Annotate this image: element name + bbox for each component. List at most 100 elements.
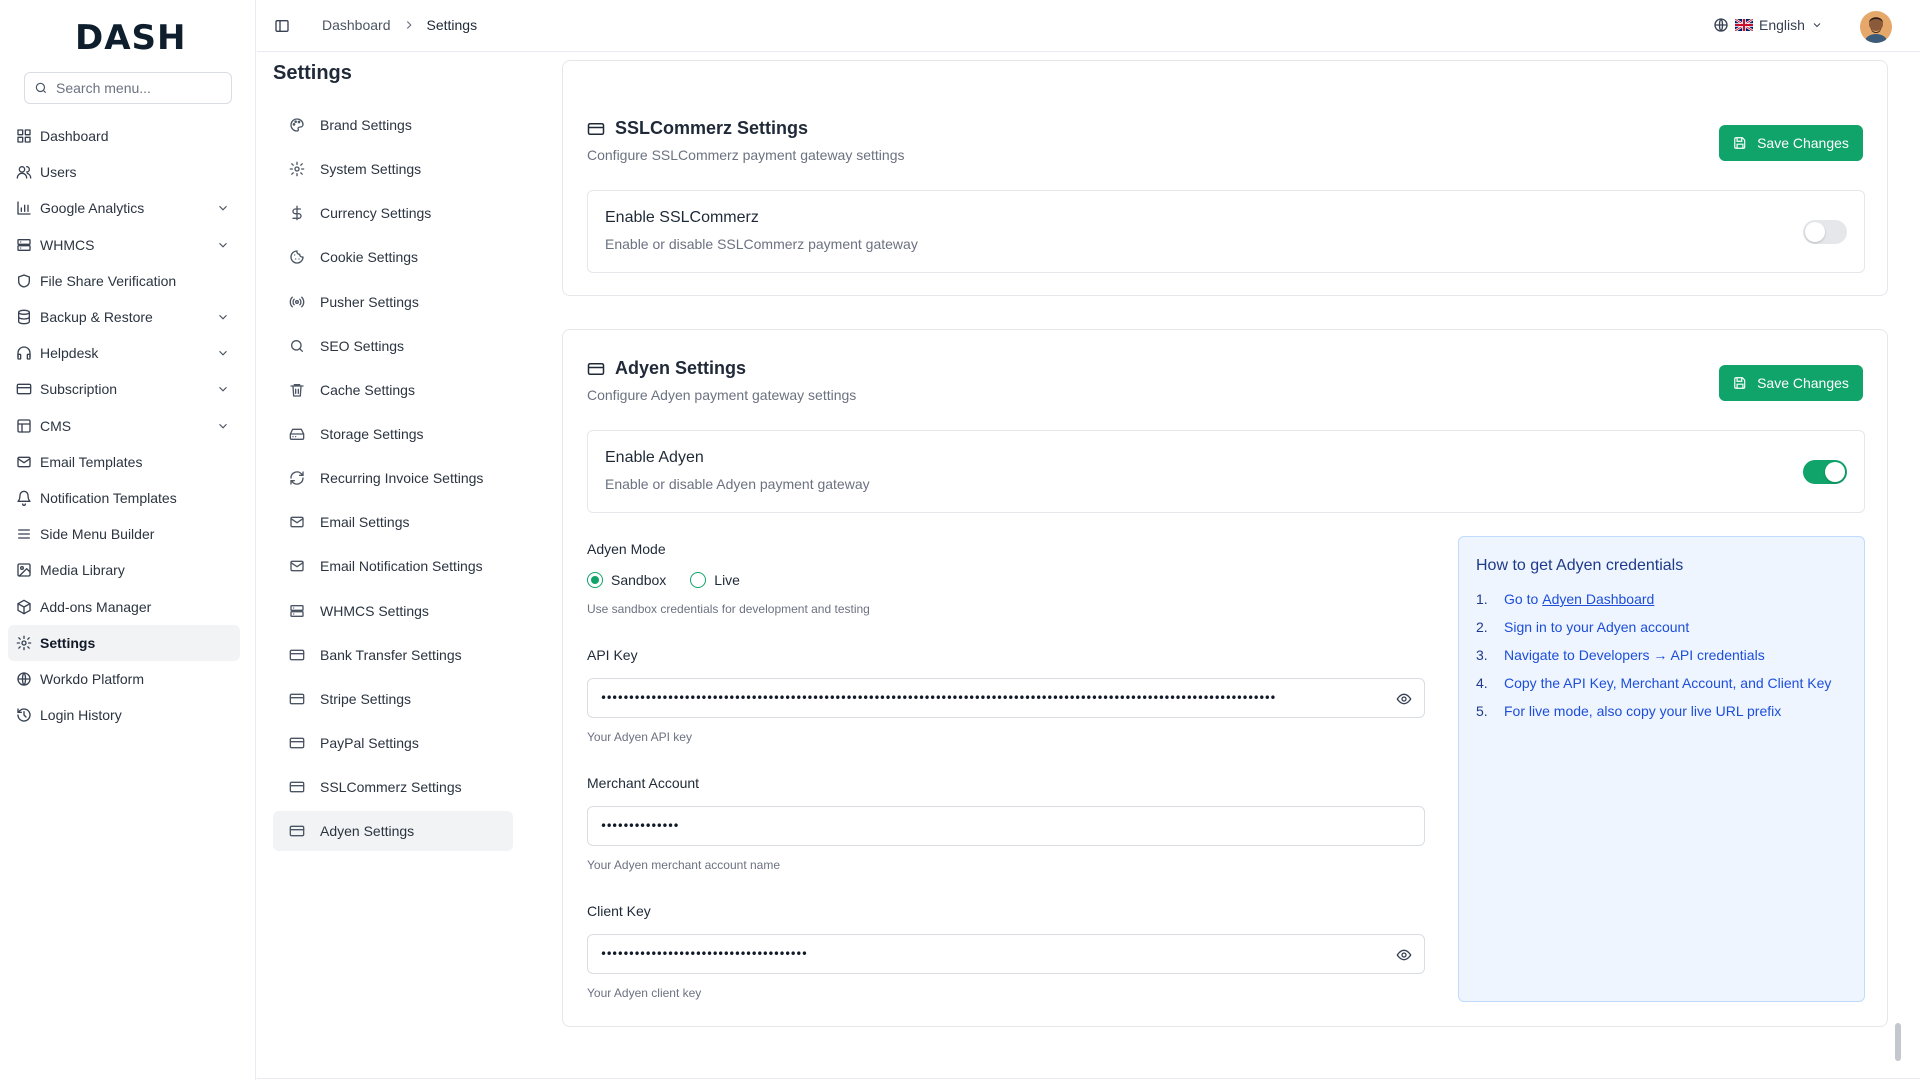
settings-nav-cookie-settings[interactable]: Cookie Settings [273, 237, 513, 277]
image-icon [17, 563, 31, 578]
sslcommerz-description: Configure SSLCommerz payment gateway set… [587, 147, 905, 163]
breadcrumb-dashboard[interactable]: Dashboard [322, 17, 391, 33]
chevron-down-icon [219, 423, 227, 429]
sidebar-item-email-templates[interactable]: Email Templates [8, 444, 240, 480]
eye-icon[interactable] [1396, 691, 1412, 707]
sslcommerz-save-button[interactable]: Save Changes [1719, 125, 1863, 161]
sidebar-item-cms[interactable]: CMS [8, 408, 240, 444]
radio-sandbox-label[interactable]: Sandbox [611, 572, 666, 588]
save-label: Save Changes [1757, 135, 1849, 151]
settings-nav-bank-transfer-settings[interactable]: Bank Transfer Settings [273, 635, 513, 675]
sidebar-item-helpdesk[interactable]: Helpdesk [8, 335, 240, 371]
shield-icon [18, 274, 30, 288]
adyen-save-button[interactable]: Save Changes [1719, 365, 1863, 401]
client-key-input[interactable] [600, 947, 1390, 961]
avatar[interactable] [1860, 11, 1892, 43]
credit-card-icon [289, 693, 305, 705]
help-step-text: For live mode, also copy your live URL p… [1504, 703, 1782, 719]
settings-nav-pusher-settings[interactable]: Pusher Settings [273, 282, 513, 322]
api-key-input[interactable] [600, 691, 1390, 705]
sslcommerz-card: SSLCommerz Settings Configure SSLCommerz… [562, 60, 1888, 296]
search-input[interactable] [56, 80, 216, 96]
settings-nav-currency-settings[interactable]: Currency Settings [273, 193, 513, 233]
menu-icon [18, 529, 30, 539]
logo[interactable]: DASH [75, 20, 185, 56]
credit-card-icon [587, 122, 605, 135]
sidebar-item-add-ons-manager[interactable]: Add-ons Manager [8, 588, 240, 624]
radio-live-label[interactable]: Live [714, 572, 740, 588]
cookie-icon [290, 250, 304, 265]
package-icon [17, 599, 31, 614]
switch-knob [1825, 462, 1845, 482]
settings-nav-paypal-settings[interactable]: PayPal Settings [273, 723, 513, 763]
adyen-enable-switch[interactable] [1803, 460, 1847, 484]
sidebar-item-google-analytics[interactable]: Google Analytics [8, 190, 240, 226]
sidebar-item-dashboard[interactable]: Dashboard [8, 118, 240, 154]
settings-nav-stripe-settings[interactable]: Stripe Settings [273, 679, 513, 719]
sidebar-item-file-share-verification[interactable]: File Share Verification [8, 263, 240, 299]
api-key-field[interactable] [587, 678, 1425, 718]
help-step: 3. Navigate to Developers → API credentia… [1476, 647, 1831, 675]
search-icon [35, 82, 47, 94]
settings-nav-whmcs-settings[interactable]: WHMCS Settings [273, 591, 513, 631]
sidebar-item-side-menu-builder[interactable]: Side Menu Builder [8, 516, 240, 552]
settings-nav-cache-settings[interactable]: Cache Settings [273, 370, 513, 410]
chevron-down-icon [219, 387, 227, 392]
sslcommerz-enable-switch[interactable] [1803, 220, 1847, 244]
sidebar-item-label: Side Menu Builder [40, 526, 155, 543]
bell-icon [17, 490, 31, 506]
chevron-right-icon [406, 21, 412, 29]
settings-nav-brand-settings[interactable]: Brand Settings [273, 105, 513, 145]
language-label: English [1759, 17, 1805, 33]
sidebar-toggle-icon[interactable] [274, 18, 290, 34]
sidebar-item-notification-templates[interactable]: Notification Templates [8, 480, 240, 516]
client-key-field[interactable] [587, 934, 1425, 974]
sidebar-item-label: Notification Templates [40, 489, 177, 506]
chevron-down-icon [1813, 23, 1821, 28]
merchant-account-field[interactable] [587, 806, 1425, 846]
sslcommerz-title: SSLCommerz Settings [615, 118, 809, 138]
scrollbar-thumb[interactable] [1895, 1023, 1901, 1061]
sidebar-item-workdo-platform[interactable]: Workdo Platform [8, 661, 240, 697]
sidebar-item-label: Google Analytics [40, 200, 145, 217]
settings-nav-email-settings[interactable]: Email Settings [273, 502, 513, 542]
eye-icon[interactable] [1396, 947, 1412, 963]
radio-signal-icon [289, 296, 305, 307]
adyen-title-row: Adyen Settings [587, 358, 746, 379]
sidebar-item-label: Backup & Restore [40, 309, 153, 326]
sidebar-item-login-history[interactable]: Login History [8, 697, 240, 733]
merchant-account-input[interactable] [600, 819, 1424, 833]
help-steps: 1. Go to Adyen Dashboard 2. Sign in to your … [1476, 591, 1831, 731]
settings-nav-email-notification-settings[interactable]: Email Notification Settings [273, 546, 513, 586]
settings-nav-system-settings[interactable]: System Settings [273, 149, 513, 189]
sidebar-item-label: Settings [40, 634, 96, 651]
settings-nav-recurring-invoice-settings[interactable]: Recurring Invoice Settings [273, 458, 513, 498]
save-icon [1734, 377, 1746, 389]
settings-nav-adyen-settings[interactable]: Adyen Settings [273, 811, 513, 852]
sidebar-item-label: CMS [40, 417, 72, 434]
settings-nav-label: SSLCommerz Settings [320, 779, 462, 796]
language-selector[interactable]: English [1713, 17, 1823, 33]
sidebar-item-label: Add-ons Manager [40, 598, 152, 615]
settings-nav-seo-settings[interactable]: SEO Settings [273, 326, 513, 366]
credit-card-icon [16, 384, 32, 395]
globe-icon [17, 672, 31, 686]
settings-nav-storage-settings[interactable]: Storage Settings [273, 414, 513, 454]
sidebar-item-whmcs[interactable]: WHMCS [8, 227, 240, 263]
credit-card-icon [289, 649, 305, 661]
search-box[interactable] [24, 72, 232, 104]
sidebar-item-media-library[interactable]: Media Library [8, 552, 240, 588]
sidebar-item-users[interactable]: Users [8, 154, 240, 190]
breadcrumb-settings: Settings [426, 17, 478, 33]
sidebar-item-subscription[interactable]: Subscription [8, 371, 240, 407]
sidebar-item-backup-restore[interactable]: Backup & Restore [8, 299, 240, 335]
settings-nav-label: Stripe Settings [320, 690, 412, 707]
settings-nav-sslcommerz-settings[interactable]: SSLCommerz Settings [273, 767, 513, 807]
sidebar-item-settings[interactable]: Settings [8, 624, 240, 661]
chevron-down-icon [219, 351, 227, 356]
help-step-number: 4. [1476, 675, 1488, 691]
radio-sandbox[interactable] [587, 572, 603, 588]
sidebar-item-label: Helpdesk [40, 345, 99, 362]
radio-live[interactable] [690, 572, 707, 588]
adyen-dashboard-link[interactable]: Adyen Dashboard [1542, 591, 1654, 619]
